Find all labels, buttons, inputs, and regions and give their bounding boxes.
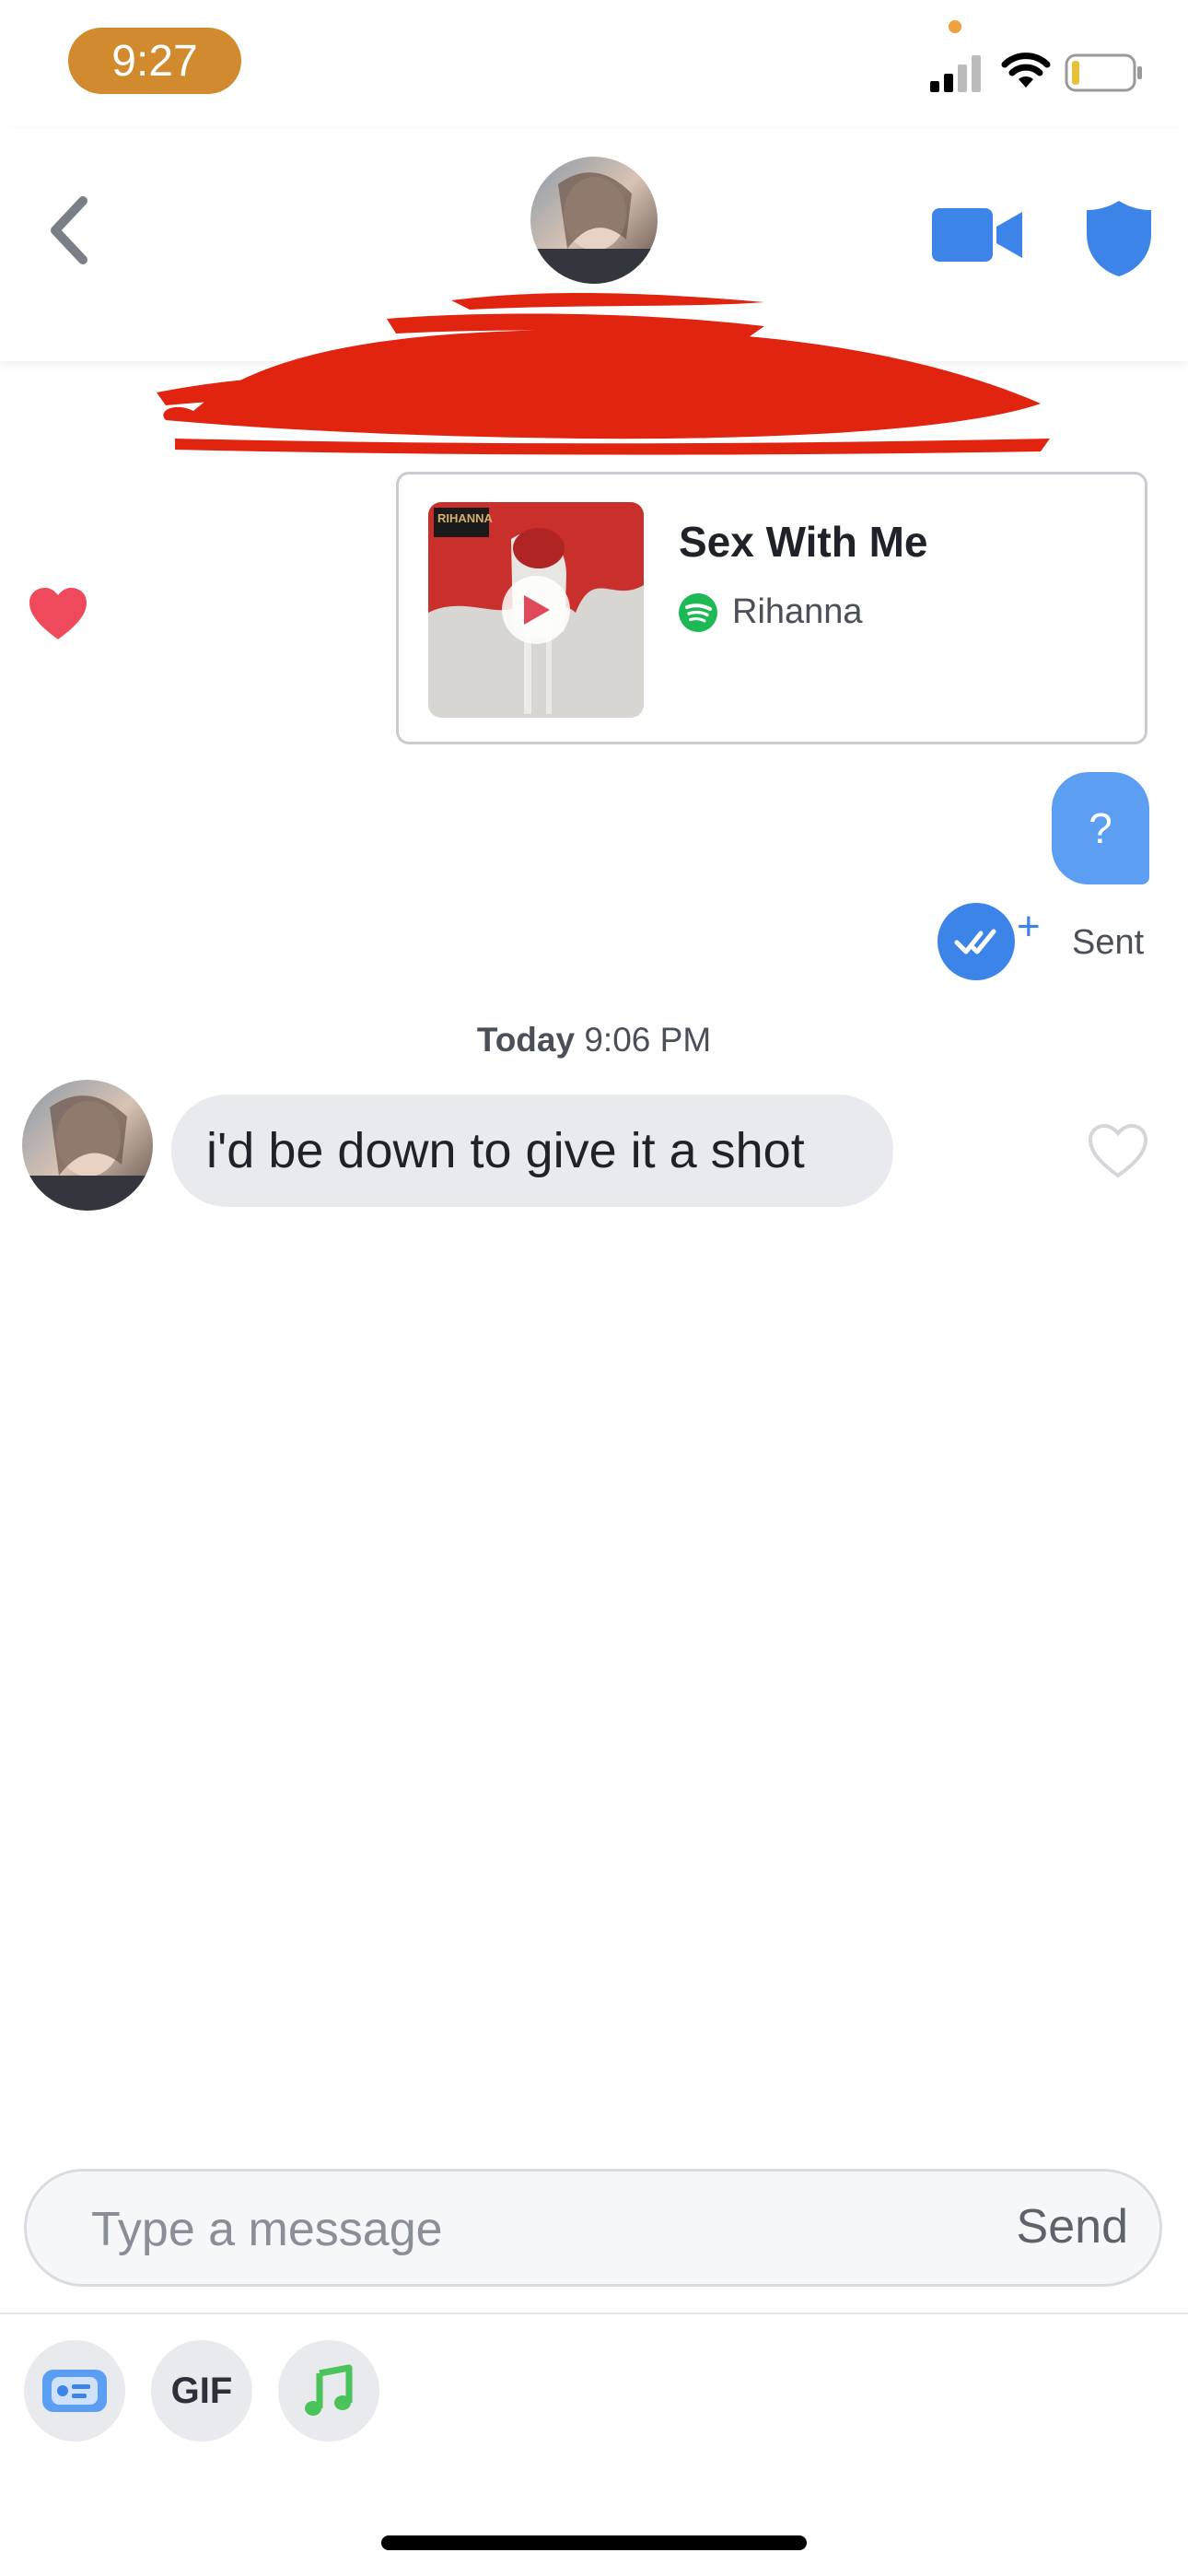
timestamp-time: 9:06 PM: [584, 1021, 712, 1059]
wifi-icon: [1001, 53, 1051, 88]
avatar-photo: [22, 1080, 153, 1211]
redaction-scribble: [157, 293, 1050, 455]
artist-name: Rihanna: [732, 592, 863, 631]
message-input[interactable]: [89, 2188, 922, 2271]
album-label: RIHANNA: [437, 511, 494, 525]
video-call-button[interactable]: [932, 203, 1024, 267]
plus-icon[interactable]: +: [1017, 907, 1041, 947]
liked-heart-icon[interactable]: [28, 586, 88, 641]
received-message-bubble[interactable]: i'd be down to give it a shot: [171, 1095, 893, 1207]
back-button[interactable]: [37, 184, 101, 276]
send-button[interactable]: Send: [1017, 2199, 1128, 2254]
avatar-photo: [530, 157, 658, 284]
timestamp-day: Today: [476, 1021, 576, 1059]
status-time: 9:27: [68, 28, 241, 94]
chevron-left-icon: [51, 196, 87, 264]
privacy-indicator-dot: [949, 20, 961, 33]
toolbar-divider: [0, 2313, 1188, 2314]
gif-label: GIF: [170, 2370, 233, 2411]
spotify-song-card[interactable]: RIHANNA Sex With Me Rihanna: [396, 472, 1147, 744]
message-composer: Send: [24, 2169, 1162, 2287]
play-icon: [524, 595, 550, 625]
like-heart-outline-icon[interactable]: [1087, 1122, 1149, 1179]
sender-avatar[interactable]: [22, 1080, 153, 1211]
sent-status-label: Sent: [1072, 923, 1145, 962]
battery-icon: [1065, 53, 1142, 92]
sent-message-bubble[interactable]: ?: [1052, 772, 1149, 884]
read-receipt-button[interactable]: [938, 903, 1015, 980]
sticker-button[interactable]: [24, 2340, 125, 2441]
safety-shield-button[interactable]: [1085, 199, 1153, 278]
sticker-card-icon: [42, 2370, 107, 2412]
match-avatar[interactable]: [530, 157, 658, 284]
gif-button[interactable]: GIF: [151, 2340, 252, 2441]
spotify-icon: [679, 592, 717, 632]
cellular-signal-icon: [930, 55, 981, 92]
message-timestamp: Today 9:06 PM: [0, 1021, 1188, 1060]
album-art: RIHANNA: [428, 502, 644, 718]
song-title: Sex With Me: [679, 518, 928, 566]
music-note-icon: [305, 2364, 353, 2416]
music-button[interactable]: [278, 2340, 379, 2441]
home-indicator[interactable]: [381, 2535, 807, 2550]
double-check-icon: [954, 929, 996, 954]
artist-row: Rihanna: [679, 592, 863, 632]
play-button[interactable]: [502, 576, 570, 644]
